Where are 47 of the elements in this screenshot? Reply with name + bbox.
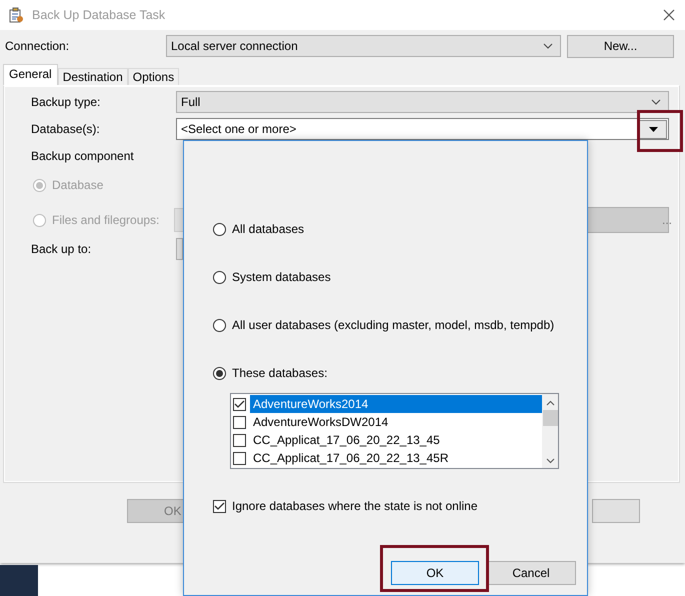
chevron-down-icon	[651, 99, 661, 105]
checkbox[interactable]	[213, 500, 226, 512]
radio-label: System databases	[232, 270, 331, 284]
cancel-button[interactable]: Cancel	[486, 561, 576, 585]
checkbox[interactable]	[233, 416, 246, 428]
new-button[interactable]: New...	[567, 34, 674, 58]
desktop-background	[0, 565, 38, 596]
checkbox-label: Ignore databases where the state is not online	[232, 499, 478, 513]
list-item[interactable]: CC_Applicat_17_06_20_22_13_45	[231, 431, 542, 449]
radio-label: All user databases (excluding master, model, msdb, tempdb)	[232, 318, 554, 332]
field-label: Back up to:	[31, 242, 92, 256]
databases-dropdown[interactable]: <Select one or more>	[176, 118, 669, 140]
radio-button[interactable]	[213, 270, 226, 284]
scroll-thumb[interactable]	[542, 410, 558, 426]
tab[interactable]: General	[3, 64, 58, 85]
checkbox[interactable]	[233, 434, 246, 446]
connection-dropdown[interactable]: Local server connection	[166, 35, 561, 57]
ok-button[interactable]: OK	[391, 561, 479, 585]
radio-label: Database	[52, 178, 104, 192]
scroll-down-icon[interactable]	[546, 458, 554, 464]
list-item[interactable]: AdventureWorksDW2014	[231, 413, 542, 431]
radio-button[interactable]	[213, 318, 226, 332]
window-title: Back Up Database Task	[32, 8, 166, 22]
highlight-frame	[637, 110, 683, 152]
triangle-down-icon	[648, 126, 658, 132]
radio-label: Files and filegroups:	[52, 213, 160, 227]
connection-label: Connection:	[5, 39, 70, 53]
task-icon	[8, 7, 24, 23]
checkbox[interactable]	[233, 452, 246, 464]
scrollbar[interactable]	[542, 394, 558, 468]
list-item[interactable]: CC_Applicat_17_06_20_22_13_45R	[231, 449, 542, 467]
backup-type-dropdown[interactable]: Full	[176, 91, 669, 113]
scroll-up-icon[interactable]	[546, 400, 554, 406]
radio-button[interactable]	[213, 366, 226, 380]
checkbox[interactable]	[233, 398, 246, 410]
files-field[interactable]	[174, 208, 184, 232]
dropdown-button[interactable]	[639, 120, 667, 138]
chevron-down-icon	[543, 43, 553, 49]
radio-button[interactable]	[213, 222, 226, 236]
tab[interactable]: Options	[128, 68, 180, 85]
radio-label: These databases:	[232, 366, 328, 380]
radio-label: All databases	[232, 222, 304, 236]
close-icon[interactable]	[663, 9, 675, 21]
field-label: Database(s):	[31, 122, 101, 136]
tab[interactable]: Destination	[58, 68, 128, 85]
field-label: Backup type:	[31, 95, 102, 109]
section-label: Backup component	[31, 149, 135, 163]
